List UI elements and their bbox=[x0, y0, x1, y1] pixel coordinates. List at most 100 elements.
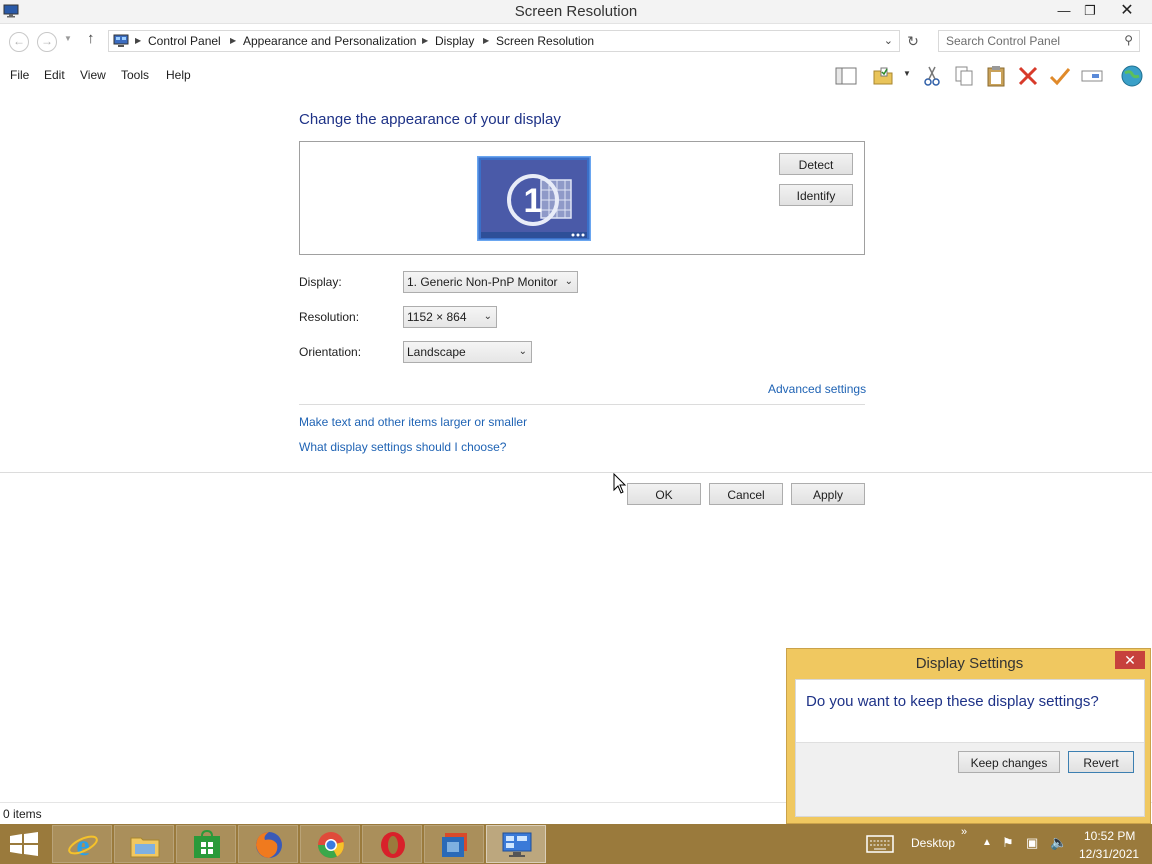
mouse-cursor-icon bbox=[613, 473, 627, 494]
delete-icon[interactable] bbox=[1016, 64, 1040, 88]
refresh-icon[interactable]: ↻ bbox=[902, 30, 924, 52]
breadcrumb-control-panel[interactable]: Control Panel bbox=[148, 34, 221, 48]
revert-button[interactable]: Revert bbox=[1068, 751, 1134, 773]
taskbar-opera[interactable] bbox=[362, 825, 422, 863]
paste-icon[interactable] bbox=[984, 64, 1008, 88]
text-size-link[interactable]: Make text and other items larger or smal… bbox=[299, 415, 527, 429]
menu-file[interactable]: File bbox=[10, 68, 29, 82]
chevron-down-icon: ⌄ bbox=[564, 276, 573, 287]
address-bar: ← → ▼ ↑ ▶ Control Panel ▶ Appearance and… bbox=[0, 26, 1152, 56]
menu-help[interactable]: Help bbox=[166, 68, 191, 82]
file-explorer-icon bbox=[130, 837, 160, 858]
taskbar: e Desktop » ▲ ⚑ ▣ 🔈 10:52 PM 12/31/2021 bbox=[0, 824, 1152, 864]
touch-keyboard-icon[interactable] bbox=[866, 835, 894, 853]
title-bar: Screen Resolution — ❐ ✕ bbox=[0, 0, 1152, 24]
restore-icon[interactable]: ❐ bbox=[1076, 0, 1104, 22]
rename-icon[interactable] bbox=[1080, 64, 1104, 88]
address-dropdown-chevron-icon[interactable]: ⌄ bbox=[884, 34, 893, 47]
back-arrow-icon[interactable]: ← bbox=[9, 32, 29, 52]
advanced-settings-link[interactable]: Advanced settings bbox=[768, 382, 866, 396]
dialog-close-icon[interactable]: ✕ bbox=[1115, 651, 1145, 669]
search-icon[interactable]: ⚲ bbox=[1124, 33, 1133, 47]
menu-view[interactable]: View bbox=[80, 68, 106, 82]
clock-date[interactable]: 12/31/2021 bbox=[1079, 847, 1139, 861]
monitor-arrangement-panel: 1 Detect Identify bbox=[299, 141, 865, 255]
preview-pane-icon[interactable] bbox=[834, 64, 858, 88]
taskbar-firefox[interactable] bbox=[238, 825, 298, 863]
address-field[interactable]: ▶ Control Panel ▶ Appearance and Persona… bbox=[108, 30, 900, 52]
breadcrumb-separator-icon: ▶ bbox=[422, 36, 429, 45]
globe-icon[interactable] bbox=[1120, 64, 1144, 88]
keep-changes-button[interactable]: Keep changes bbox=[958, 751, 1060, 773]
checkmark-icon[interactable] bbox=[1048, 64, 1072, 88]
breadcrumb-appearance[interactable]: Appearance and Personalization bbox=[243, 34, 416, 48]
resolution-select-value: 1152 × 864 bbox=[407, 310, 467, 324]
apply-button[interactable]: Apply bbox=[791, 483, 865, 505]
breadcrumb-separator-icon: ▶ bbox=[135, 36, 142, 45]
taskbar-control-panel[interactable] bbox=[486, 825, 546, 863]
toolbar-overflow-chevron-icon[interactable]: » bbox=[961, 826, 967, 838]
menu-tools[interactable]: Tools bbox=[121, 68, 149, 82]
menu-edit[interactable]: Edit bbox=[44, 68, 65, 82]
clock-time[interactable]: 10:52 PM bbox=[1084, 829, 1135, 843]
network-icon[interactable]: ▣ bbox=[1026, 835, 1038, 851]
resolution-label: Resolution: bbox=[299, 310, 360, 324]
search-input[interactable] bbox=[939, 31, 1119, 51]
identify-button[interactable]: Identify bbox=[779, 184, 853, 206]
volume-icon[interactable]: 🔈 bbox=[1050, 834, 1067, 851]
taskbar-chrome[interactable] bbox=[300, 825, 360, 863]
breadcrumb-display[interactable]: Display bbox=[435, 34, 474, 48]
recent-locations-chevron-icon[interactable]: ▼ bbox=[64, 34, 72, 43]
footer-divider bbox=[0, 472, 1152, 473]
taskbar-internet-explorer[interactable]: e bbox=[52, 825, 112, 863]
properties-icon[interactable] bbox=[871, 64, 895, 88]
taskbar-store[interactable] bbox=[176, 825, 236, 863]
firefox-icon bbox=[256, 832, 282, 858]
control-panel-icon bbox=[502, 832, 532, 857]
display-help-link[interactable]: What display settings should I choose? bbox=[299, 440, 506, 454]
display-select[interactable]: 1. Generic Non-PnP Monitor ⌄ bbox=[403, 271, 578, 293]
close-icon[interactable]: ✕ bbox=[1110, 0, 1144, 22]
cancel-button[interactable]: Cancel bbox=[709, 483, 783, 505]
breadcrumb-separator-icon: ▶ bbox=[230, 36, 237, 45]
file-manager-icon bbox=[442, 833, 467, 857]
monitor-1-icon[interactable]: 1 bbox=[477, 156, 591, 241]
windows-start-icon[interactable] bbox=[0, 824, 48, 864]
display-settings-dialog: Display Settings ✕ Do you want to keep t… bbox=[786, 648, 1151, 824]
chevron-down-icon: ⌄ bbox=[483, 311, 492, 322]
forward-arrow-icon[interactable]: → bbox=[37, 32, 57, 52]
breadcrumb-screen-resolution[interactable]: Screen Resolution bbox=[496, 34, 594, 48]
ok-button[interactable]: OK bbox=[627, 483, 701, 505]
search-box[interactable]: ⚲ bbox=[938, 30, 1140, 52]
copy-icon[interactable] bbox=[952, 64, 976, 88]
up-arrow-icon[interactable]: ↑ bbox=[87, 30, 95, 47]
dialog-footer: Keep changes Revert bbox=[796, 742, 1144, 816]
taskbar-file-explorer[interactable] bbox=[114, 825, 174, 863]
desktop-toolbar-label[interactable]: Desktop bbox=[911, 836, 955, 850]
display-label: Display: bbox=[299, 275, 342, 289]
display-select-value: 1. Generic Non-PnP Monitor bbox=[407, 275, 558, 289]
svg-text:e: e bbox=[76, 830, 89, 860]
window-title: Screen Resolution bbox=[514, 3, 638, 20]
page-title: Change the appearance of your display bbox=[299, 111, 561, 128]
cut-icon[interactable] bbox=[920, 64, 944, 88]
opera-icon bbox=[381, 832, 405, 858]
dialog-body: Do you want to keep these display settin… bbox=[795, 679, 1145, 817]
taskbar-file-manager[interactable] bbox=[424, 825, 484, 863]
store-icon bbox=[194, 830, 220, 858]
organize-dropdown-chevron-icon[interactable]: ▼ bbox=[903, 69, 911, 78]
item-count: 0 items bbox=[3, 807, 42, 821]
chevron-down-icon: ⌄ bbox=[518, 346, 527, 357]
control-panel-icon bbox=[113, 34, 129, 47]
orientation-label: Orientation: bbox=[299, 345, 362, 359]
orientation-select[interactable]: Landscape ⌄ bbox=[403, 341, 532, 363]
dialog-title: Display Settings bbox=[915, 655, 1024, 672]
action-center-flag-icon[interactable]: ⚑ bbox=[1002, 835, 1014, 851]
resolution-select[interactable]: 1152 × 864 ⌄ bbox=[403, 306, 497, 328]
show-hidden-icons-icon[interactable]: ▲ bbox=[982, 837, 992, 848]
chrome-icon bbox=[318, 832, 344, 858]
dialog-message: Do you want to keep these display settin… bbox=[806, 693, 1099, 710]
detect-button[interactable]: Detect bbox=[779, 153, 853, 175]
minimize-icon[interactable]: — bbox=[1050, 0, 1078, 22]
menu-bar: File Edit View Tools Help ▼ bbox=[0, 60, 1152, 90]
